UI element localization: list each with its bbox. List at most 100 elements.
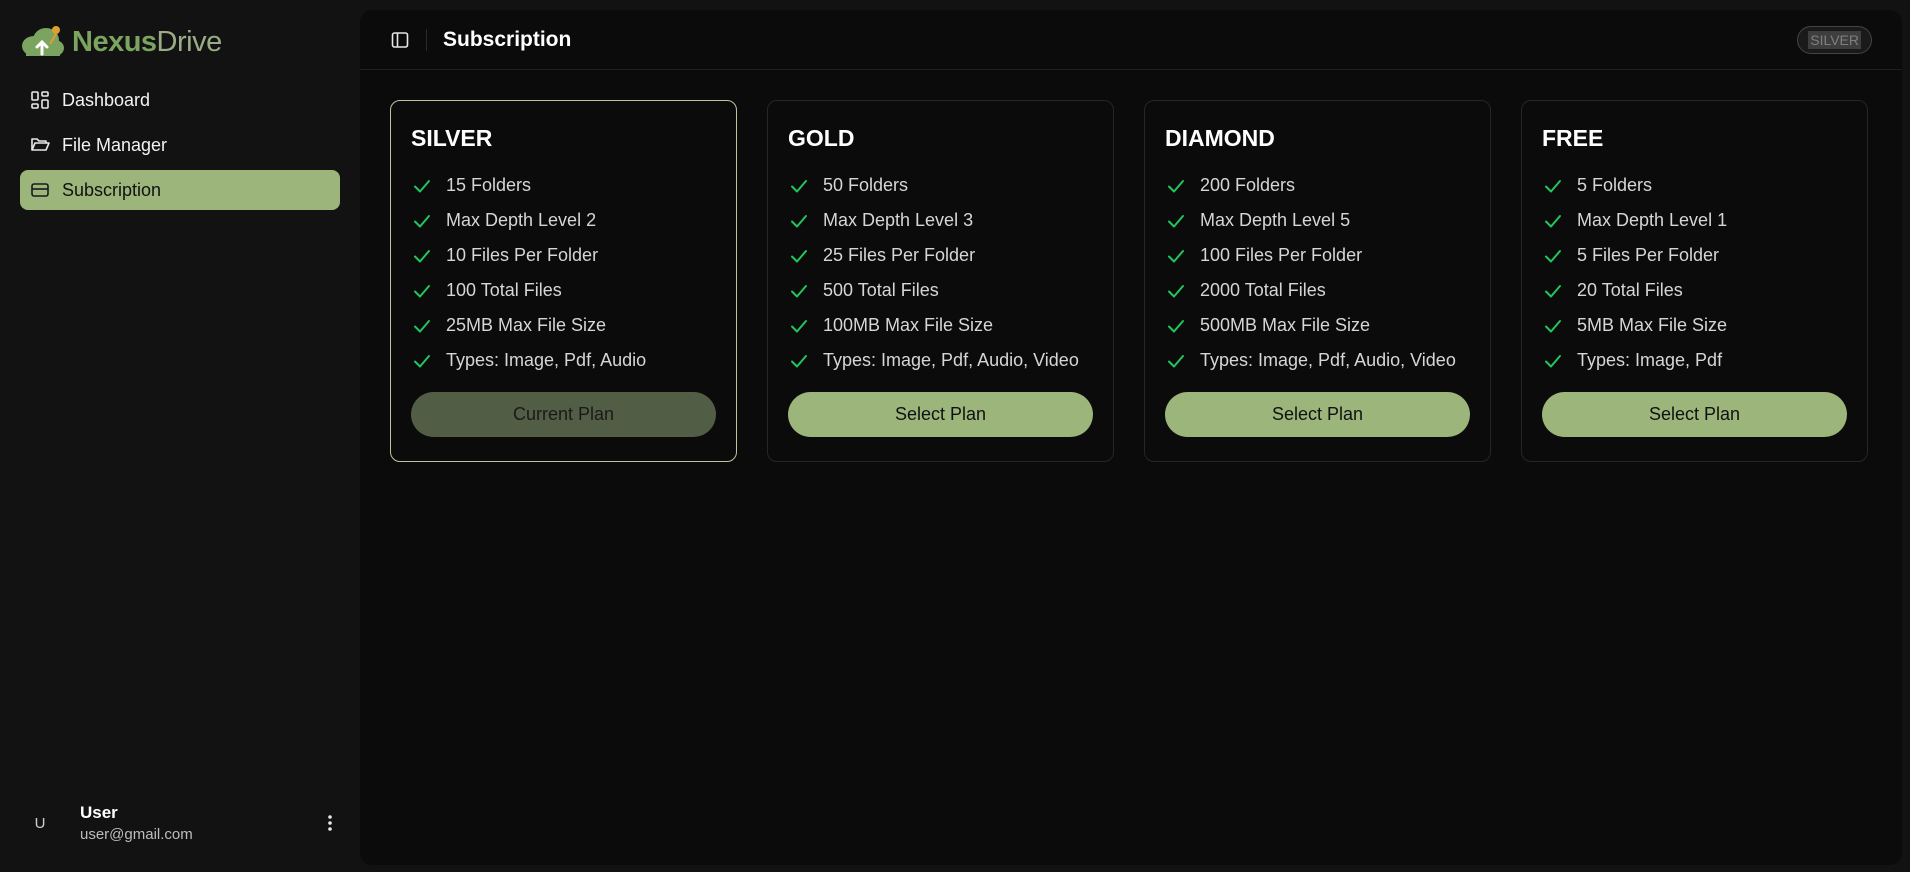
plan-features: 200 Folders Max Depth Level 5 100 Files … [1165, 168, 1470, 378]
sidebar-item-label: Subscription [62, 179, 162, 200]
more-vertical-icon[interactable] [320, 811, 340, 835]
check-icon [791, 214, 807, 227]
main-content: Subscription SILVER SILVER 15 Folders Ma… [360, 10, 1902, 865]
plan-feature: 100MB Max File Size [788, 308, 1093, 343]
sidebar-item-subscription[interactable]: Subscription [20, 170, 340, 210]
plan-feature-text: 10 Files Per Folder [446, 245, 599, 265]
plan-feature: 25MB Max File Size [411, 308, 716, 343]
plan-card-diamond: DIAMOND 200 Folders Max Depth Level 5 10… [1144, 100, 1491, 462]
plan-feature-text: Max Depth Level 3 [823, 210, 974, 230]
plan-features: 15 Folders Max Depth Level 2 10 Files Pe… [411, 168, 716, 378]
plan-feature: Types: Image, Pdf, Audio [411, 343, 716, 378]
plan-feature-text: 25MB Max File Size [446, 315, 607, 335]
select-plan-button-gold[interactable]: Select Plan [788, 392, 1093, 437]
plan-feature-text: Max Depth Level 5 [1200, 210, 1351, 230]
brand-name-part2: Drive [156, 25, 223, 58]
check-icon [414, 284, 430, 297]
plan-card-gold: GOLD 50 Folders Max Depth Level 3 25 Fil… [767, 100, 1114, 462]
plan-feature: 25 Files Per Folder [788, 238, 1093, 273]
user-info: User user@gmail.com [80, 803, 320, 843]
check-icon [1545, 214, 1561, 227]
check-icon [791, 179, 807, 192]
plan-feature: 2000 Total Files [1165, 273, 1470, 308]
plan-feature-text: 500 Total Files [823, 280, 939, 300]
plan-feature: 20 Total Files [1542, 273, 1847, 308]
plan-feature: Types: Image, Pdf, Audio, Video [1165, 343, 1470, 378]
check-icon [1168, 354, 1184, 367]
plan-feature: Types: Image, Pdf [1542, 343, 1847, 378]
check-icon [1545, 284, 1561, 297]
plan-feature: Max Depth Level 1 [1542, 203, 1847, 238]
current-plan-button[interactable]: Current Plan [411, 392, 716, 437]
dashboard-grid-icon [31, 91, 49, 109]
check-icon [1168, 319, 1184, 332]
select-plan-button-free[interactable]: Select Plan [1542, 392, 1847, 437]
plan-feature: 100 Files Per Folder [1165, 238, 1470, 273]
sidebar-item-dashboard[interactable]: Dashboard [20, 80, 340, 120]
sidebar-item-file-manager[interactable]: File Manager [20, 125, 340, 165]
plan-feature-text: 25 Files Per Folder [823, 245, 976, 265]
plan-feature-text: 50 Folders [823, 175, 909, 195]
sidebar-toggle-icon[interactable] [390, 30, 410, 50]
plan-feature-text: Max Depth Level 1 [1577, 210, 1728, 230]
plan-feature-text: 5 Files Per Folder [1577, 245, 1720, 265]
plan-feature-text: 2000 Total Files [1200, 280, 1326, 300]
user-profile[interactable]: U User user@gmail.com [20, 795, 340, 851]
folder-open-icon [31, 138, 50, 151]
plan-feature-text: 100 Total Files [446, 280, 562, 300]
check-icon [414, 214, 430, 227]
check-icon [414, 179, 430, 192]
current-plan-badge: SILVER [1797, 25, 1872, 54]
check-icon [414, 249, 430, 262]
plan-feature: Types: Image, Pdf, Audio, Video [788, 343, 1093, 378]
check-icon [791, 284, 807, 297]
check-icon [414, 354, 430, 367]
sidebar-nav: Dashboard File Manager Subscription [20, 80, 340, 215]
check-icon [791, 319, 807, 332]
plan-feature-text: Types: Image, Pdf, Audio [446, 350, 647, 370]
plan-feature: 200 Folders [1165, 168, 1470, 203]
check-icon [1168, 249, 1184, 262]
plan-feature: 5 Folders [1542, 168, 1847, 203]
brand-logo[interactable]: NexusDrive [20, 22, 222, 62]
check-icon [1545, 319, 1561, 332]
plan-feature-text: 5MB Max File Size [1577, 315, 1728, 335]
topbar: Subscription SILVER [360, 10, 1902, 70]
plan-feature-text: 100 Files Per Folder [1200, 245, 1363, 265]
plan-feature: 500 Total Files [788, 273, 1093, 308]
plan-features: 5 Folders Max Depth Level 1 5 Files Per … [1542, 168, 1847, 378]
select-plan-button-diamond[interactable]: Select Plan [1165, 392, 1470, 437]
plan-feature-text: Types: Image, Pdf, Audio, Video [1200, 350, 1456, 370]
check-icon [1545, 179, 1561, 192]
plan-title: DIAMOND [1165, 125, 1275, 151]
check-icon [1168, 214, 1184, 227]
plan-feature-text: 5 Folders [1577, 175, 1653, 195]
plan-cards: SILVER 15 Folders Max Depth Level 2 10 F… [390, 100, 1872, 462]
plan-title: SILVER [411, 125, 493, 151]
check-icon [791, 249, 807, 262]
plan-title: FREE [1542, 125, 1604, 151]
current-plan-badge-label: SILVER [1808, 30, 1861, 49]
plan-feature: 500MB Max File Size [1165, 308, 1470, 343]
plan-feature: 50 Folders [788, 168, 1093, 203]
plan-feature-text: Types: Image, Pdf [1577, 350, 1723, 370]
plan-feature: Max Depth Level 5 [1165, 203, 1470, 238]
plan-feature-text: 15 Folders [446, 175, 532, 195]
plan-feature-text: 500MB Max File Size [1200, 315, 1371, 335]
user-email: user@gmail.com [80, 826, 193, 843]
plan-feature-text: Types: Image, Pdf, Audio, Video [823, 350, 1079, 370]
brand-name-part1: Nexus [72, 25, 157, 58]
plan-features: 50 Folders Max Depth Level 3 25 Files Pe… [788, 168, 1093, 378]
credit-card-icon [31, 183, 49, 197]
plan-feature: 5 Files Per Folder [1542, 238, 1847, 273]
plan-feature: Max Depth Level 2 [411, 203, 716, 238]
plan-feature: 5MB Max File Size [1542, 308, 1847, 343]
avatar: U [34, 814, 46, 832]
header-divider [426, 28, 427, 51]
plan-feature-text: 200 Folders [1200, 175, 1296, 195]
plan-feature: Max Depth Level 3 [788, 203, 1093, 238]
check-icon [791, 354, 807, 367]
brand-name: NexusDrive [72, 26, 222, 59]
plan-feature: 15 Folders [411, 168, 716, 203]
page-title: Subscription [443, 27, 572, 51]
